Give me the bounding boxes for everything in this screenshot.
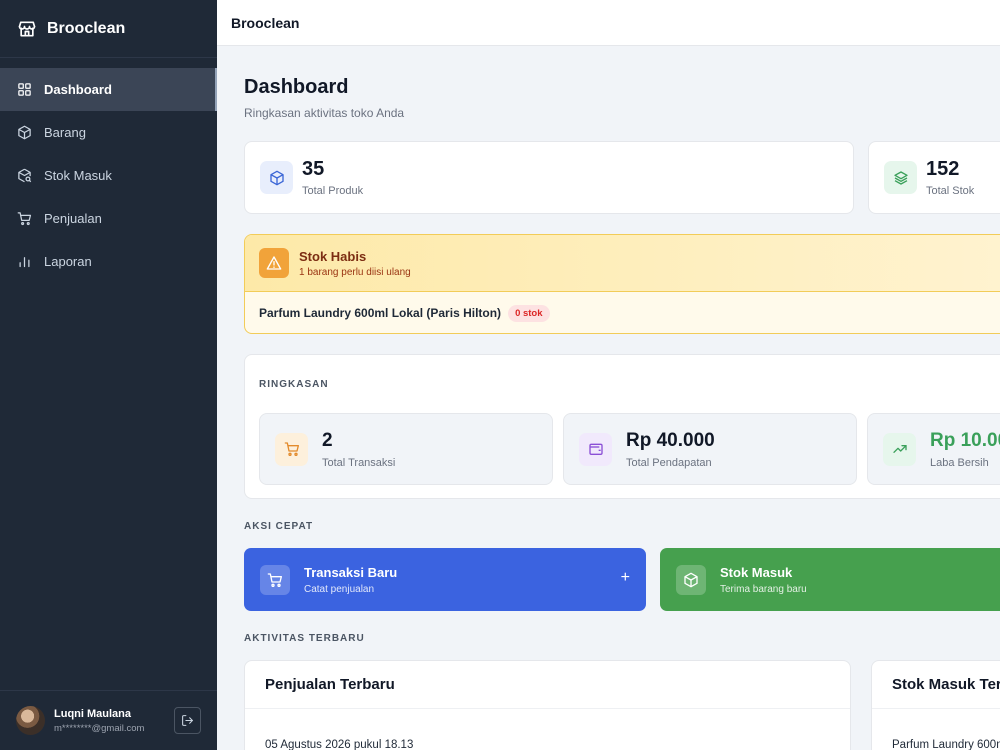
cart-icon — [17, 212, 32, 226]
recent-stock-item[interactable]: Parfum Laundry 600ml — [872, 709, 1000, 750]
quick-icon-bg — [260, 564, 290, 595]
quick-title: Transaksi Baru — [304, 564, 398, 580]
stat-value: 35 — [302, 158, 325, 180]
user-info: Luqni Maulana m********@gmail.com — [54, 708, 174, 734]
summary-value: Rp 10.000 — [930, 429, 1000, 451]
alert-subtitle: 1 barang perlu diisi ulang — [299, 266, 411, 278]
box-search-icon — [18, 168, 32, 183]
wallet-icon — [588, 443, 603, 455]
sidebar-item-label: Laporan — [44, 254, 92, 269]
quick-subtitle: Catat penjualan — [304, 583, 375, 595]
user-name: Luqni Maulana — [54, 707, 131, 720]
summary-value: 2 — [322, 429, 333, 451]
recent-card-title: Penjualan Terbaru — [245, 661, 850, 709]
recent-sales-card: Penjualan Terbaru 05 Agustus 2026 pukul … — [244, 660, 851, 750]
logout-button[interactable] — [174, 707, 201, 734]
topbar-title: Brooclean — [231, 14, 300, 31]
page-title: Dashboard — [244, 76, 349, 98]
sidebar-item-label: Dashboard — [44, 82, 112, 97]
stat-label: Total Produk — [302, 185, 364, 197]
summary-card-pendapatan: Rp 40.000 Total Pendapatan — [563, 413, 857, 485]
summary-label-text: Laba Bersih — [930, 456, 989, 469]
sidebar-item-laporan[interactable]: Laporan — [0, 240, 217, 283]
summary-card-transaksi: 2 Total Transaksi — [259, 413, 553, 485]
stat-card-total-stok: 152 Total Stok — [868, 141, 1000, 214]
avatar[interactable] — [16, 706, 45, 735]
sidebar-item-label: Barang — [44, 125, 86, 140]
summary-label-text: Total Pendapatan — [626, 456, 712, 469]
cart-icon — [267, 572, 282, 587]
warning-icon — [266, 256, 282, 270]
box-icon — [684, 572, 698, 587]
stock-alert: Stok Habis 1 barang perlu diisi ulang Pa… — [244, 234, 1000, 334]
recent-stock-in-card: Stok Masuk Terbaru Parfum Laundry 600ml — [871, 660, 1000, 750]
sidebar-item-barang[interactable]: Barang — [0, 111, 217, 154]
sidebar-item-label: Penjualan — [44, 211, 102, 226]
summary-icon-bg — [579, 432, 612, 466]
layers-icon — [893, 170, 908, 185]
sidebar-nav: Dashboard Barang Stok Masuk Penjualan La… — [0, 58, 217, 283]
sidebar-item-stok-masuk[interactable]: Stok Masuk — [0, 154, 217, 197]
sidebar-item-label: Stok Masuk — [44, 168, 112, 183]
summary-card-laba: Rp 10.000 Laba Bersih — [867, 413, 1000, 485]
alert-item-name: Parfum Laundry 600ml Lokal (Paris Hilton… — [259, 306, 502, 320]
logout-icon — [182, 715, 193, 726]
topbar: Brooclean — [217, 0, 1000, 46]
plus-icon: + — [620, 569, 630, 586]
quick-icon-bg — [676, 564, 706, 595]
quick-subtitle: Terima barang baru — [720, 583, 807, 595]
recent-sale-item[interactable]: 05 Agustus 2026 pukul 18.13 — [245, 709, 850, 750]
summary-icon-bg — [275, 432, 308, 466]
summary-icon-bg — [883, 432, 916, 466]
box-icon — [18, 125, 31, 140]
stat-card-total-produk: 35 Total Produk — [244, 141, 854, 214]
sidebar-item-penjualan[interactable]: Penjualan — [0, 197, 217, 240]
stock-in-button[interactable]: Stok Masuk Terima barang baru — [660, 548, 1000, 611]
quick-title: Stok Masuk — [720, 564, 793, 580]
sidebar-item-dashboard[interactable]: Dashboard — [0, 68, 217, 111]
main-content: Dashboard Ringkasan aktivitas toko Anda … — [244, 46, 1000, 750]
trending-up-icon — [892, 445, 907, 453]
brand-name: Brooclean — [47, 19, 126, 37]
brand[interactable]: Brooclean — [0, 0, 217, 58]
store-icon — [18, 21, 36, 37]
stock-badge: 0 stok — [508, 304, 550, 322]
bar-chart-icon — [19, 257, 30, 268]
recent-activity-label: AKTIVITAS TERBARU — [244, 633, 365, 644]
summary-panel: RINGKASAN 2 Total Transaksi Rp 40.000 To… — [244, 354, 1000, 499]
summary-label-text: Total Transaksi — [322, 456, 396, 469]
new-transaction-button[interactable]: Transaksi Baru Catat penjualan + — [244, 548, 646, 611]
user-panel: Luqni Maulana m********@gmail.com — [0, 690, 217, 750]
summary-label: RINGKASAN — [259, 379, 329, 390]
recent-card-title: Stok Masuk Terbaru — [872, 661, 1000, 709]
stat-label: Total Stok — [926, 185, 975, 197]
alert-icon-bg — [259, 248, 289, 278]
page-subtitle: Ringkasan aktivitas toko Anda — [244, 106, 405, 120]
user-email: m********@gmail.com — [54, 722, 145, 734]
stat-icon-bg — [260, 161, 293, 194]
sidebar: Brooclean Dashboard Barang Stok Masuk Pe… — [0, 0, 217, 750]
stat-value: 152 — [926, 158, 960, 180]
grid-icon — [18, 83, 31, 96]
cart-icon — [284, 442, 299, 456]
quick-actions-label: AKSI CEPAT — [244, 521, 314, 532]
summary-value: Rp 40.000 — [626, 429, 715, 451]
cube-icon — [269, 170, 284, 185]
alert-header: Stok Habis 1 barang perlu diisi ulang — [245, 235, 1000, 292]
alert-item-row[interactable]: Parfum Laundry 600ml Lokal (Paris Hilton… — [245, 292, 1000, 333]
stat-icon-bg — [884, 161, 917, 194]
alert-title: Stok Habis — [299, 248, 367, 264]
